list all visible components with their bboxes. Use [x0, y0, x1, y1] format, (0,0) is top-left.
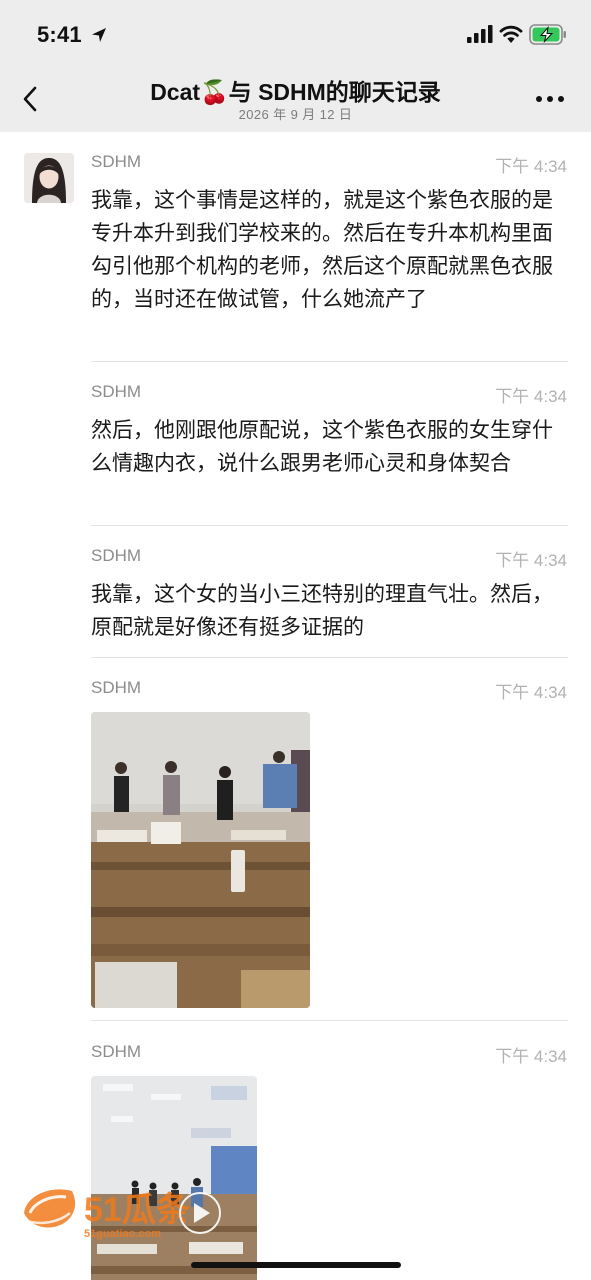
message-time: 下午 4:34 — [495, 1047, 567, 1066]
message-item[interactable]: SDHM 下午 4:34 我靠，这个事情是这样的，就是这个紫色衣服的是专升本升到… — [91, 152, 568, 362]
svg-text:51guatiao.com: 51guatiao.com — [84, 1228, 161, 1240]
message-time: 下午 4:34 — [495, 157, 567, 176]
message-time: 下午 4:34 — [495, 683, 567, 702]
message-item[interactable]: SDHM 下午 4:34 然后，他刚跟他原配说，这个紫色衣服的女生穿什么情趣内衣… — [91, 382, 568, 522]
wifi-icon — [499, 25, 523, 43]
status-bar: 5:41 — [0, 0, 591, 64]
chat-title: Dcat🍒与 SDHM的聊天记录 — [150, 79, 441, 105]
location-arrow-icon — [92, 28, 106, 42]
navigation-bar: Dcat🍒与 SDHM的聊天记录 2026 年 9 月 12 日 — [0, 64, 591, 132]
cellular-signal-icon — [467, 25, 493, 43]
message-photo[interactable] — [91, 712, 310, 1008]
brand-watermark-logo: 51瓜条 51guatiao.com — [24, 1189, 221, 1240]
sender-name: SDHM — [91, 382, 142, 401]
message-divider — [91, 1020, 568, 1021]
chat-record-list[interactable]: SDHM 下午 4:34 我靠，这个事情是这样的，就是这个紫色衣服的是专升本升到… — [0, 132, 591, 1280]
message-divider — [91, 525, 568, 526]
svg-text:51瓜条: 51瓜条 — [84, 1191, 190, 1229]
sender-name: SDHM — [91, 546, 142, 565]
message-text: 然后，他刚跟他原配说，这个紫色衣服的女生穿什么情趣内衣，说什么跟男老师心灵和身体… — [91, 419, 553, 475]
message-divider — [91, 361, 568, 362]
message-divider — [91, 657, 568, 658]
battery-charging-icon — [529, 24, 566, 45]
message-item[interactable]: SDHM 下午 4:34 我靠，这个女的当小三还特别的理直气壮。然后，原配就是好… — [91, 546, 568, 646]
message-photo[interactable] — [91, 1076, 257, 1280]
home-indicator[interactable] — [191, 1262, 401, 1268]
message-time: 下午 4:34 — [495, 387, 567, 406]
message-text: 我靠，这个事情是这样的，就是这个紫色衣服的是专升本升到我们学校来的。然后在专升本… — [91, 189, 553, 311]
message-text: 我靠，这个女的当小三还特别的理直气壮。然后，原配就是好像还有挺多证据的 — [91, 583, 553, 639]
sender-name: SDHM — [91, 678, 142, 697]
avatar[interactable] — [24, 153, 74, 203]
more-options-icon[interactable] — [535, 94, 565, 104]
chat-date: 2026 年 9 月 12 日 — [238, 107, 353, 122]
status-time: 5:41 — [37, 22, 82, 47]
message-item[interactable]: SDHM 下午 4:34 — [91, 678, 568, 1008]
sender-name: SDHM — [91, 1042, 142, 1061]
message-time: 下午 4:34 — [495, 551, 567, 570]
sender-name: SDHM — [91, 152, 142, 171]
